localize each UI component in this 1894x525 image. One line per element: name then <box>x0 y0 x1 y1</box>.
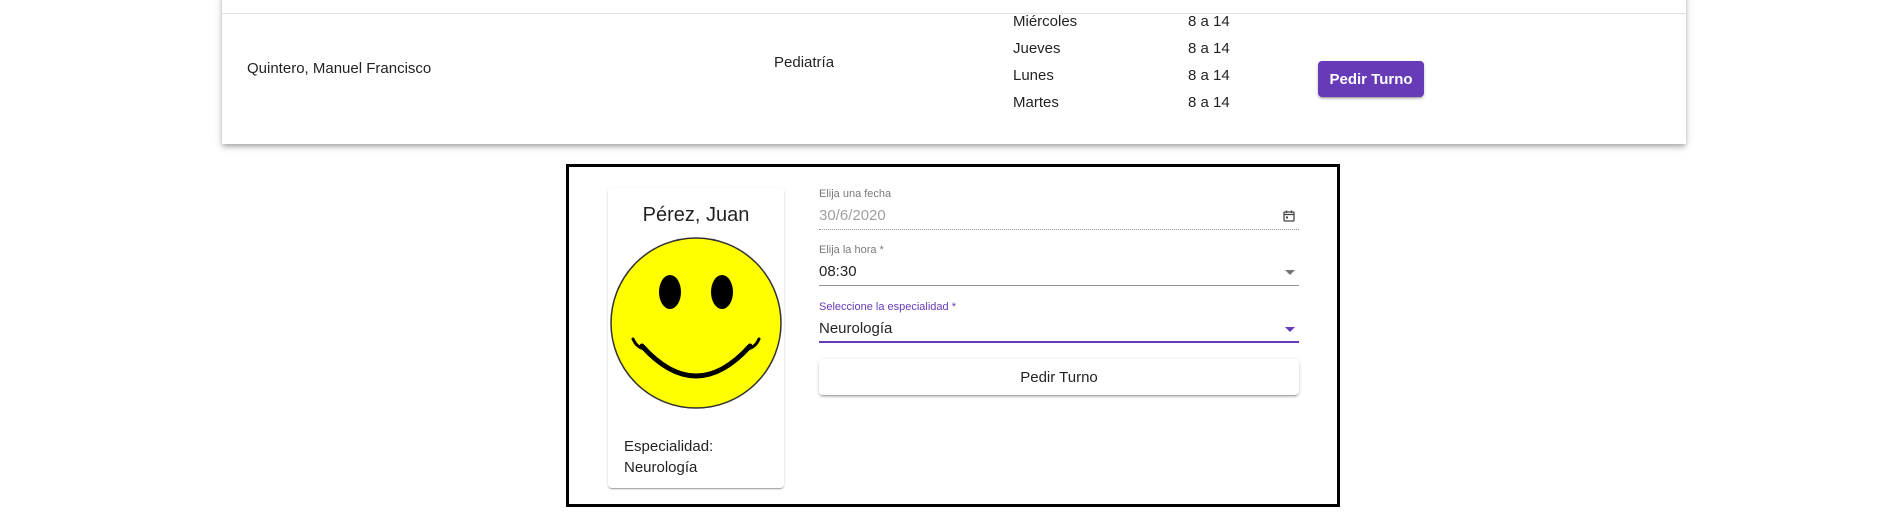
schedule-hours: 8 a 14 <box>1188 40 1230 57</box>
schedule-hours: 8 a 14 <box>1188 67 1230 84</box>
appointment-panel: Pérez, Juan Especialidad: Neurología Eli… <box>566 164 1340 507</box>
specialty-select-underline <box>819 341 1299 343</box>
schedule-day: Jueves <box>1013 40 1061 57</box>
specialty-cell: Pediatría <box>774 54 835 71</box>
doctor-name-cell: Quintero, Manuel Francisco <box>247 60 432 77</box>
chevron-down-icon[interactable] <box>1285 327 1295 332</box>
doctors-table: Quintero, Manuel Francisco Pediatría Mié… <box>222 0 1686 144</box>
time-select[interactable]: Elija la hora * 08:30 <box>819 243 1299 286</box>
calendar-icon[interactable] <box>1283 210 1295 222</box>
schedule-day: Martes <box>1013 94 1059 111</box>
smiley-face-icon <box>610 237 782 409</box>
specialty-select-value[interactable]: Neurología <box>819 319 1299 339</box>
date-field[interactable]: Elija una fecha 30/6/2020 <box>819 187 1299 230</box>
specialty-select-text: Neurología <box>819 320 893 337</box>
schedule-day: Miércoles <box>1013 13 1078 30</box>
time-select-label: Elija la hora * <box>819 244 884 256</box>
specialty-select[interactable]: Seleccione la especialidad * Neurología <box>819 300 1299 343</box>
row-divider <box>222 13 1686 14</box>
time-select-value[interactable]: 08:30 <box>819 262 1299 282</box>
schedule-day: Lunes <box>1013 67 1054 84</box>
specialty-value: Neurología <box>624 459 698 476</box>
date-value: 30/6/2020 <box>819 207 886 224</box>
specialty-label: Especialidad: <box>624 438 714 455</box>
doctor-profile-card: Pérez, Juan Especialidad: Neurología <box>608 188 784 488</box>
schedule-hours: 8 a 14 <box>1188 94 1230 111</box>
schedule-hours: 8 a 14 <box>1188 13 1230 30</box>
date-field-underline <box>819 229 1299 230</box>
time-value: 08:30 <box>819 263 857 280</box>
profile-specialty: Especialidad: Neurología <box>624 436 774 478</box>
profile-name: Pérez, Juan <box>642 204 750 226</box>
chevron-down-icon[interactable] <box>1285 270 1295 275</box>
pedir-turno-submit-button[interactable]: Pedir Turno <box>819 359 1299 395</box>
time-select-underline <box>819 285 1299 286</box>
date-field-value[interactable]: 30/6/2020 <box>819 206 1299 226</box>
specialty-select-label: Seleccione la especialidad * <box>819 301 956 313</box>
pedir-turno-row-button[interactable]: Pedir Turno <box>1318 61 1424 97</box>
date-field-label: Elija una fecha <box>819 188 892 200</box>
